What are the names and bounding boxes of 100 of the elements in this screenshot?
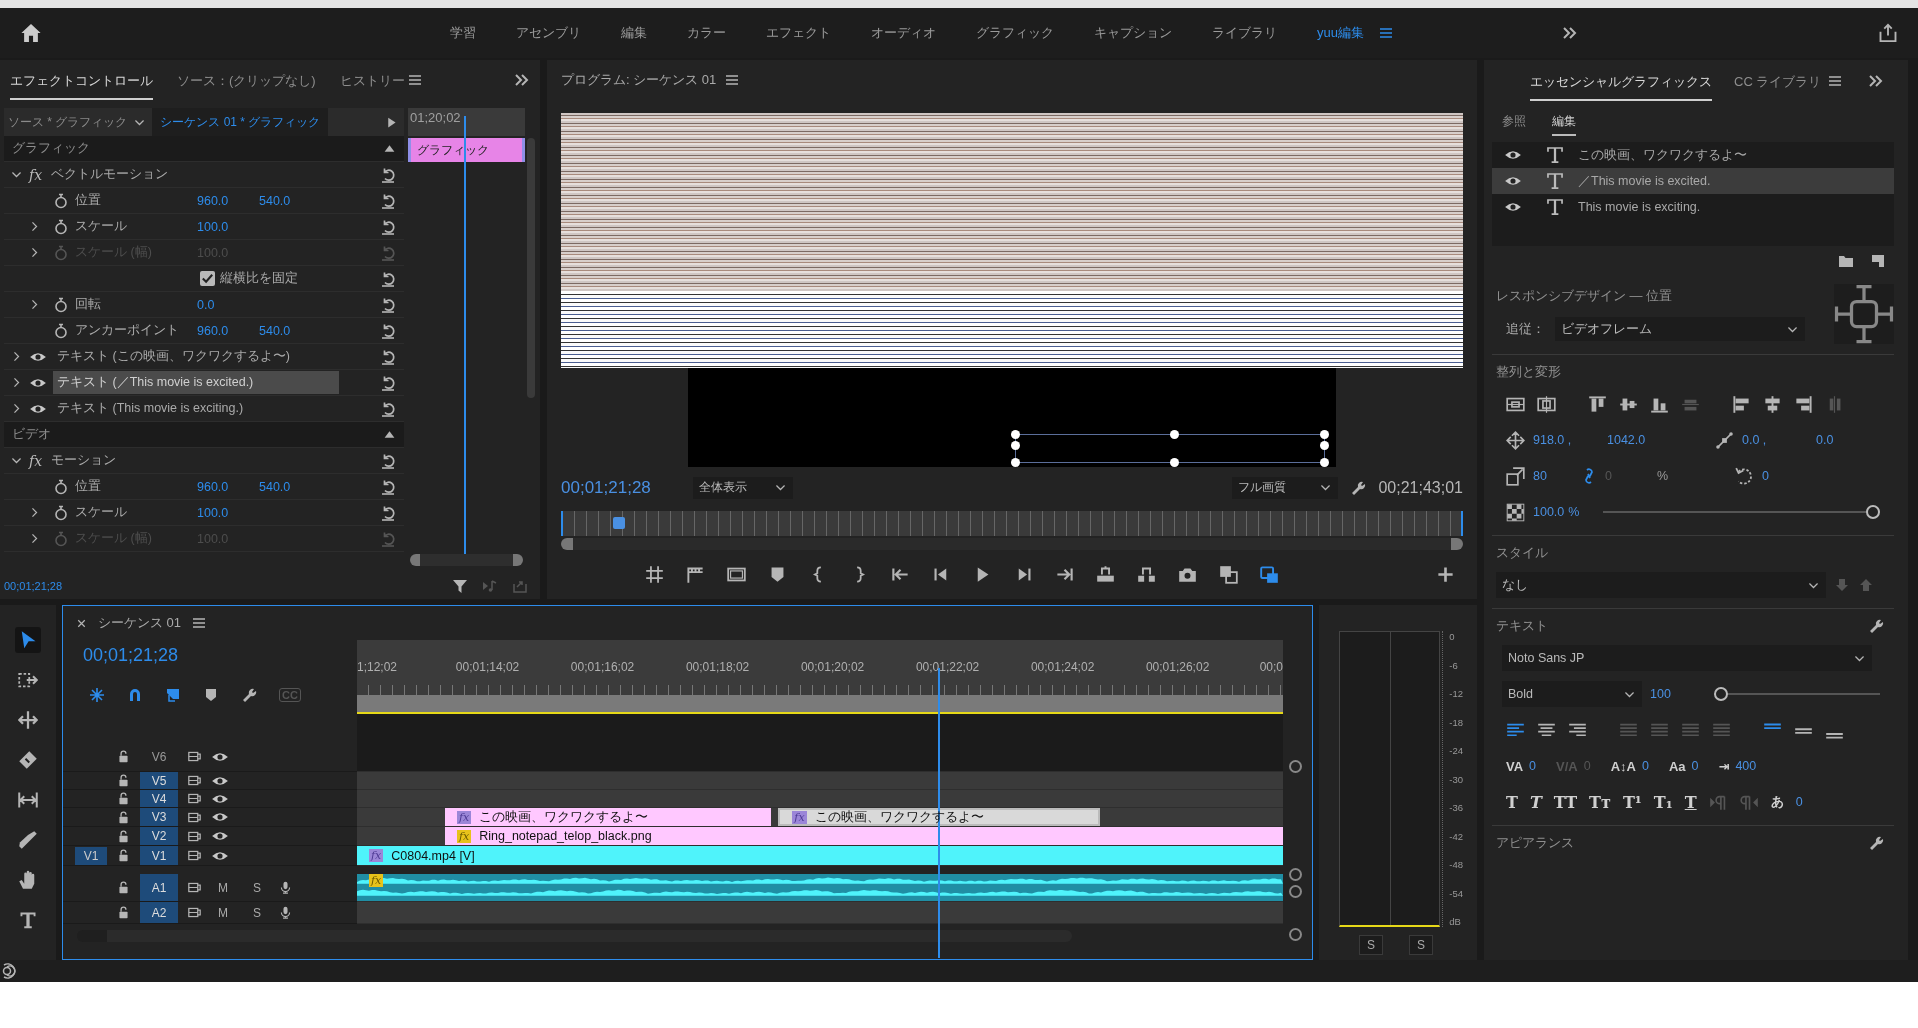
reset-icon[interactable] (380, 322, 396, 339)
property-value[interactable]: 0.0 (197, 297, 259, 312)
zoom-level-dropdown[interactable]: 全体表示 (693, 476, 793, 499)
position-y-value[interactable]: 1042.0 (1607, 433, 1707, 447)
playback-quality-dropdown[interactable]: フル画質 (1232, 476, 1339, 499)
stopwatch-icon[interactable] (53, 478, 69, 495)
track-target[interactable]: V4 (140, 790, 178, 807)
track-output-icon[interactable] (188, 849, 201, 862)
text-style-button[interactable]: T¹ (1622, 792, 1642, 812)
sequence-clip-label[interactable]: シーケンス 01 * グラフィック (152, 108, 329, 136)
metric-value[interactable]: 0 (1795, 795, 1803, 809)
align-right-icon[interactable] (1794, 394, 1813, 414)
wrench-icon[interactable] (1868, 835, 1884, 851)
property-value[interactable]: 960.0 (197, 479, 259, 494)
wrench-icon[interactable] (1350, 479, 1367, 496)
sub-tab[interactable]: 編集 (1552, 108, 1576, 136)
zoom-scrollbar[interactable] (77, 930, 1072, 942)
menu-icon[interactable] (1827, 73, 1844, 89)
slider-thumb[interactable] (1866, 505, 1880, 519)
workspace-tab[interactable]: エフェクト (746, 24, 851, 42)
track-output-icon[interactable] (188, 750, 201, 763)
reset-icon[interactable] (380, 374, 396, 391)
stopwatch-icon[interactable] (53, 296, 69, 313)
property-value[interactable]: 100.0 (197, 219, 259, 234)
property-value[interactable]: 540.0 (259, 193, 321, 208)
chevrons-icon[interactable] (514, 72, 530, 88)
reset-icon[interactable] (380, 218, 396, 235)
stopwatch-icon[interactable] (53, 322, 69, 339)
font-size-value[interactable]: 100 (1650, 687, 1690, 701)
align-center-icon[interactable] (1763, 394, 1782, 414)
selection-tool-icon[interactable] (15, 627, 41, 653)
workspace-tab[interactable]: オーディオ (851, 24, 956, 42)
checkbox[interactable] (200, 271, 215, 286)
stopwatch-icon[interactable] (53, 218, 69, 235)
collapse-triangle-icon[interactable] (383, 428, 396, 441)
reset-icon[interactable] (380, 400, 396, 417)
property-value[interactable]: 540.0 (259, 479, 321, 494)
collapse-triangle-icon[interactable] (383, 142, 396, 155)
fx-badge[interactable]: fx (456, 829, 472, 843)
scale-value[interactable]: 80 (1533, 469, 1573, 483)
share-icon[interactable] (1878, 23, 1898, 43)
time-ruler[interactable]: 01;20;02 (408, 108, 525, 136)
text-style-button[interactable]: T (1506, 792, 1518, 812)
fx-badge[interactable]: fx (29, 452, 51, 469)
time-ruler[interactable] (561, 510, 1463, 537)
fx-badge[interactable]: fx (369, 874, 384, 887)
scroll-handle[interactable] (1289, 760, 1302, 773)
lock-icon[interactable] (117, 792, 130, 805)
property-value[interactable]: 540.0 (259, 323, 321, 338)
panel-title[interactable]: プログラム: シーケンス 01 (561, 70, 717, 89)
wrench-icon[interactable] (241, 687, 257, 703)
metric-value[interactable]: 0 (1691, 759, 1699, 773)
timeline-timecode[interactable]: 00;01;21;28 (63, 640, 357, 676)
playhead-timecode[interactable]: 00;01;21;28 (561, 477, 681, 498)
track-output-icon[interactable] (188, 774, 201, 787)
follow-dropdown[interactable]: ビデオフレーム (1555, 317, 1805, 341)
reset-icon[interactable] (380, 504, 396, 521)
microphone-icon[interactable] (279, 906, 292, 919)
timeline-clip[interactable]: fx C0804.mp4 [V] (357, 846, 1283, 865)
reset-icon[interactable] (380, 192, 396, 209)
workspace-tab[interactable]: 学習 (430, 24, 496, 42)
new-layer-icon[interactable] (1870, 253, 1886, 269)
track-output-icon[interactable] (188, 792, 201, 805)
time-ruler[interactable]: 1;12;02 00;01;14;02 00;01;16;02 00;01;18;02 00;01;20;02 00;01;22;02 00;01;24;02 00;01;26;02 00;0 (357, 640, 1283, 695)
workspace-tab[interactable]: グラフィック (956, 24, 1074, 42)
metric-value[interactable]: 0 (1529, 759, 1537, 773)
scroll-handle[interactable] (1289, 928, 1302, 941)
track-toggle-button[interactable]: M (211, 880, 235, 895)
reset-icon[interactable] (380, 348, 396, 365)
workspace-tab[interactable]: ライブラリ (1192, 24, 1297, 42)
workspace-tab[interactable]: カラー (667, 24, 746, 42)
layer-row[interactable]: ／This movie is excited. (1492, 168, 1894, 194)
property-value[interactable]: 960.0 (197, 323, 259, 338)
playhead-marker[interactable] (613, 516, 625, 529)
property-value[interactable]: 960.0 (197, 193, 259, 208)
reset-icon[interactable] (380, 270, 396, 287)
magnet-icon[interactable] (127, 687, 143, 703)
style-dropdown[interactable]: なし (1496, 572, 1826, 598)
track-output-icon[interactable] (188, 810, 201, 824)
lock-icon[interactable] (117, 774, 130, 787)
creative-cloud-icon[interactable] (2, 963, 18, 979)
nest-icon[interactable] (89, 687, 105, 703)
linked-selection-icon[interactable] (165, 687, 181, 703)
text-style-button[interactable]: T (1684, 792, 1697, 812)
layer-row[interactable]: この映画、ワクワクするよ〜 (1492, 142, 1894, 168)
align-top-icon[interactable] (1588, 394, 1607, 414)
scroll-handle[interactable] (1289, 885, 1302, 898)
lock-icon[interactable] (117, 829, 130, 843)
panel-tab[interactable]: ヒストリー (339, 60, 405, 100)
stopwatch-icon[interactable] (53, 504, 69, 521)
align-frame-icon[interactable] (1537, 394, 1556, 414)
chevrons-icon[interactable] (1562, 25, 1578, 41)
home-icon[interactable] (20, 22, 42, 44)
lock-icon[interactable] (117, 810, 130, 824)
track-target[interactable]: A2 (140, 902, 178, 923)
panel-tab[interactable]: ソース：(クリップなし) (177, 60, 316, 100)
reset-icon[interactable] (380, 296, 396, 313)
text-style-button[interactable]: TT (1553, 792, 1578, 812)
workspace-tab[interactable]: キャプション (1074, 24, 1192, 42)
track-toggle-button[interactable]: S (245, 880, 269, 895)
